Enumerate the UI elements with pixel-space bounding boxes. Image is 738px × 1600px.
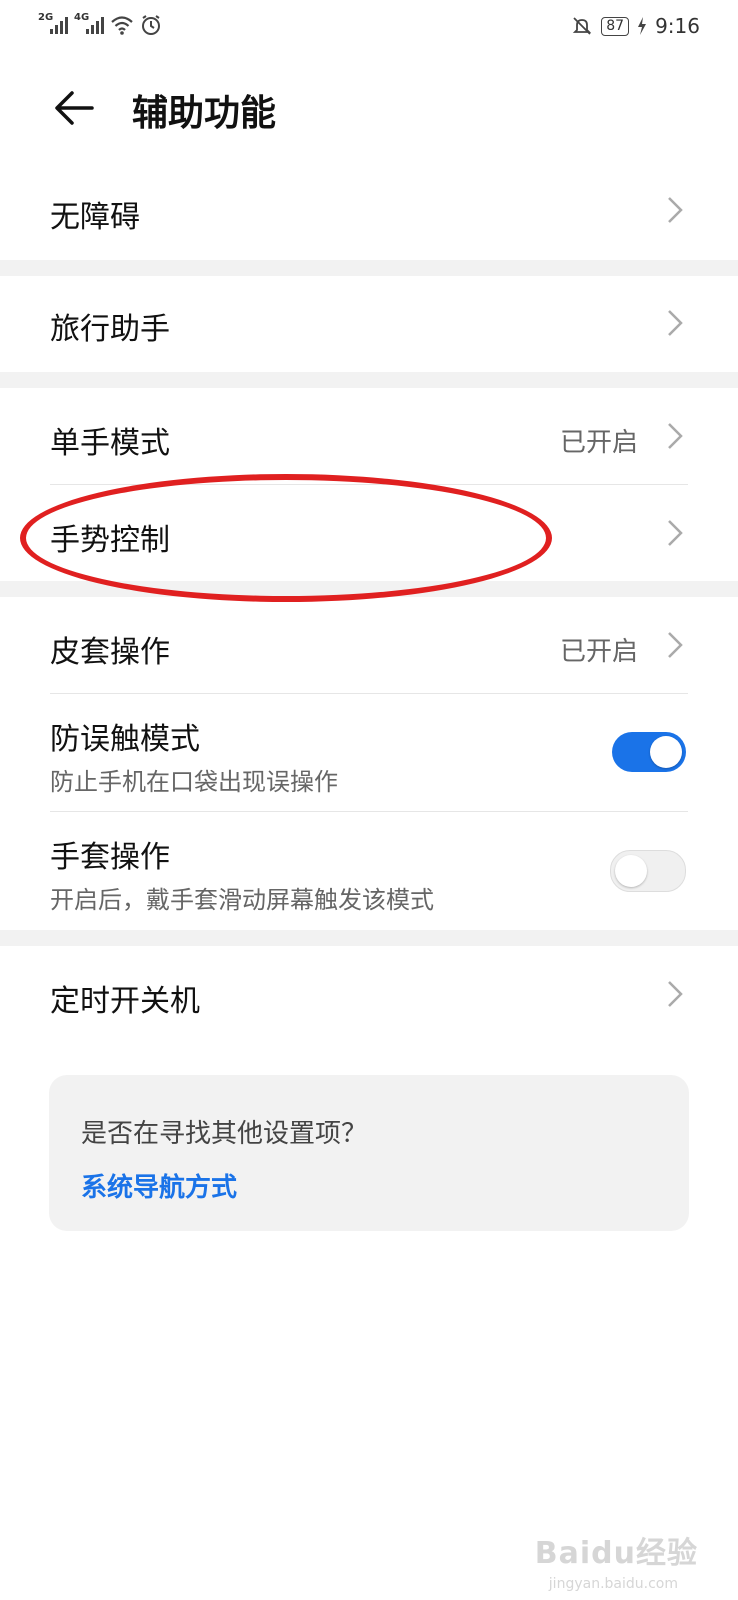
signal-icon: 4G — [74, 12, 104, 36]
arrow-left-icon[interactable] — [52, 86, 96, 130]
chevron-right-icon — [668, 632, 683, 658]
status-left: 2G 4G — [38, 12, 162, 36]
status-right: 87 9:16 — [571, 14, 700, 38]
section-separator — [0, 260, 738, 276]
settings-item-subtitle: 防止手机在口袋出现误操作 — [50, 768, 338, 796]
settings-item-flip-cover[interactable]: 皮套操作 已开启 — [0, 597, 738, 693]
toggle-knob — [650, 736, 682, 768]
settings-item-glove-mode: 手套操作 开启后，戴手套滑动屏幕触发该模式 — [0, 812, 738, 930]
page-title: 辅助功能 — [132, 93, 277, 134]
settings-item-label: 皮套操作 — [50, 635, 170, 670]
clock: 9:16 — [655, 14, 700, 38]
settings-item-value: 已开启 — [559, 637, 638, 667]
settings-item-label: 单手模式 — [50, 426, 170, 461]
settings-item-subtitle: 开启后，戴手套滑动屏幕触发该模式 — [50, 886, 434, 914]
section-separator — [0, 581, 738, 597]
settings-item-scheduled-power[interactable]: 定时开关机 — [0, 946, 738, 1042]
chevron-right-icon — [668, 310, 683, 336]
settings-item-label: 防误触模式 — [50, 722, 200, 757]
chevron-right-icon — [668, 197, 683, 223]
alarm-icon — [142, 15, 160, 35]
section-separator — [0, 372, 738, 388]
suggestion-card: 是否在寻找其他设置项？ 系统导航方式 — [49, 1075, 689, 1231]
settings-item-label: 无障碍 — [50, 200, 140, 235]
suggestion-question: 是否在寻找其他设置项？ — [81, 1119, 368, 1149]
watermark-url: jingyan.baidu.com — [548, 1576, 678, 1592]
header: 辅助功能 — [0, 70, 738, 150]
settings-item-accessibility[interactable]: 无障碍 — [0, 160, 738, 260]
pocket-mode-toggle[interactable] — [612, 732, 686, 772]
signal-icon: 2G — [38, 12, 68, 36]
settings-item-one-hand-mode[interactable]: 单手模式 已开启 — [0, 388, 738, 484]
battery-icon: 87 — [601, 16, 630, 36]
settings-item-label: 手势控制 — [50, 523, 170, 558]
chevron-right-icon — [668, 520, 683, 546]
toggle-knob — [615, 855, 647, 887]
settings-item-label: 手套操作 — [50, 840, 170, 875]
chevron-right-icon — [668, 423, 683, 449]
section-separator — [0, 930, 738, 946]
settings-item-value: 已开启 — [559, 428, 638, 458]
wifi-icon — [111, 16, 133, 35]
system-navigation-link[interactable]: 系统导航方式 — [81, 1167, 237, 1204]
status-bar: 2G 4G 87 9:16 — [0, 0, 738, 52]
glove-mode-toggle[interactable] — [610, 850, 686, 892]
charging-icon — [638, 17, 647, 35]
chevron-right-icon — [668, 981, 683, 1007]
settings-item-gesture-control[interactable]: 手势控制 — [0, 485, 738, 581]
settings-item-travel-assistant[interactable]: 旅行助手 — [0, 276, 738, 372]
mute-bell-icon — [573, 17, 592, 35]
watermark-logo: Baidu经验 — [534, 1536, 698, 1571]
settings-item-pocket-mode: 防误触模式 防止手机在口袋出现误操作 — [0, 694, 738, 812]
settings-item-label: 定时开关机 — [50, 984, 200, 1019]
settings-item-label: 旅行助手 — [50, 312, 170, 347]
